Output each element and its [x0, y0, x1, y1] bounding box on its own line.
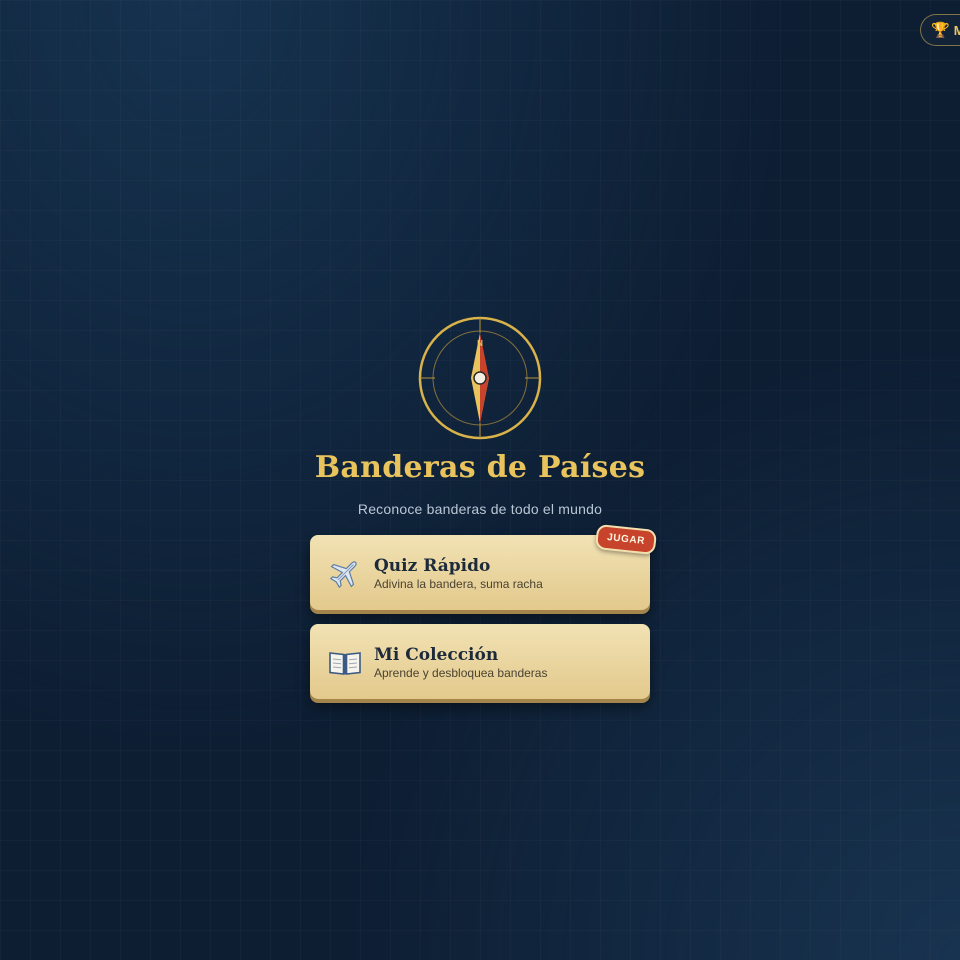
play-badge[interactable]: JUGAR — [594, 523, 658, 556]
open-book-icon — [328, 645, 362, 679]
trophy-icon: 🏆 — [931, 21, 950, 39]
top-right-badge[interactable]: 🏆 M — [920, 14, 960, 46]
airplane-icon — [328, 556, 362, 590]
app-subtitle: Reconoce banderas de todo el mundo — [357, 501, 603, 517]
compass-north-label: N — [477, 339, 483, 348]
main-menu: Quiz Rápido Adivina la bandera, suma rac… — [310, 523, 658, 699]
my-collection-title: Mi Colección — [374, 644, 499, 665]
quick-quiz-title: Quiz Rápido — [374, 555, 491, 576]
top-badge-label: M — [953, 22, 960, 38]
quick-quiz-description: Adivina la bandera, suma racha — [374, 576, 543, 591]
home-screen: N Banderas de Países Reconoce banderas d… — [0, 315, 960, 699]
my-collection-button[interactable]: Mi Colección Aprende y desbloquea bander… — [310, 624, 650, 699]
quick-quiz-button[interactable]: Quiz Rápido Adivina la bandera, suma rac… — [310, 523, 658, 610]
my-collection-description: Aprende y desbloquea banderas — [374, 665, 548, 680]
compass-icon: N — [418, 316, 542, 440]
app-title: Banderas de Países — [314, 450, 646, 485]
